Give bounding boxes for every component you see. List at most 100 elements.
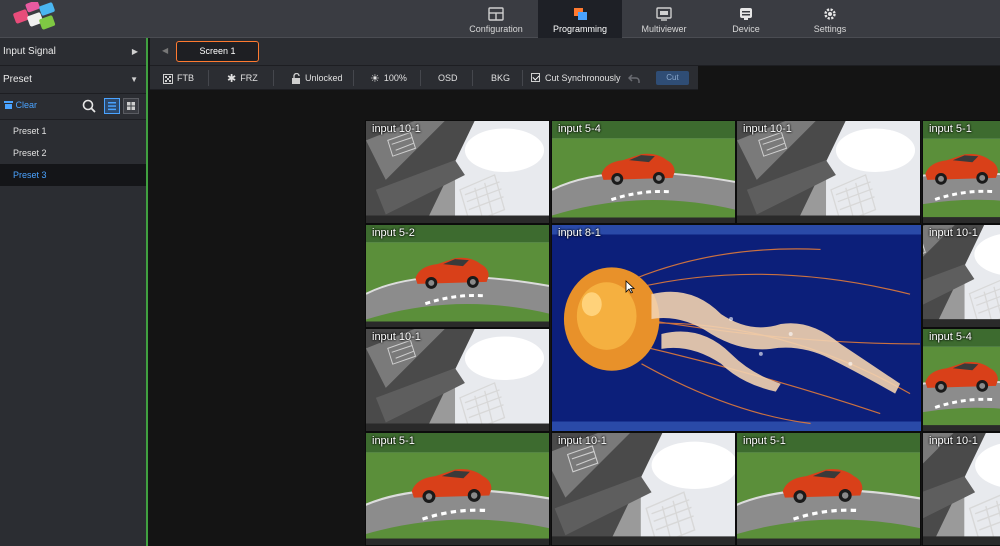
programming-toolbar: FTB ✱ FRZ Unlocked ☀ 100% OSD BKG Cut Sync… (150, 66, 698, 90)
chevron-down-icon: ▼ (130, 75, 138, 84)
bkg-button[interactable]: BKG (491, 66, 510, 90)
clear-button[interactable]: Clear (4, 100, 37, 110)
preset-item-1[interactable]: Preset 1 (0, 120, 146, 142)
preset-toolbar: Clear (0, 94, 146, 120)
chevron-right-icon: ▶ (131, 47, 138, 56)
toolbar-divider (208, 70, 209, 86)
nav-tab-label: Multiviewer (641, 24, 687, 34)
video-thumbnail (552, 225, 921, 431)
screen-tab[interactable]: Screen 1 (176, 41, 259, 62)
toolbar-divider (273, 70, 274, 86)
mouse-cursor-icon (625, 280, 635, 294)
clear-label: Clear (15, 100, 38, 110)
layer-window[interactable]: input 10-1 (922, 432, 1000, 546)
layer-window[interactable]: input 5-2 (365, 224, 550, 328)
layer-window[interactable]: input 10-1 (365, 328, 550, 432)
screen-tab-bar: ◀ Screen 1 (150, 38, 1000, 66)
toolbar-divider (353, 70, 354, 86)
layer-window-label: input 8-1 (558, 227, 601, 239)
undo-button[interactable] (628, 66, 644, 90)
video-thumbnail (366, 433, 549, 545)
nav-tab-programming[interactable]: Programming (538, 0, 622, 38)
grid-view-button[interactable] (123, 98, 139, 114)
video-thumbnail (737, 433, 920, 545)
input-signal-header[interactable]: Input Signal ▶ (0, 38, 146, 66)
layer-window-label: input 5-2 (372, 227, 415, 239)
app-logo (13, 2, 56, 30)
layer-window[interactable]: input 10-1 (551, 432, 736, 546)
preset-header[interactable]: Preset ▼ (0, 66, 146, 94)
layer-window[interactable]: input 8-1 (551, 224, 922, 432)
list-view-button[interactable] (104, 98, 120, 114)
layer-window[interactable]: input 10-1 (365, 120, 550, 224)
snowflake-icon: ✱ (227, 72, 237, 85)
toolbar-divider (472, 70, 473, 86)
nav-tab-label: Device (732, 24, 760, 34)
screen-canvas: input 10-1 input 5-4 input 10-1 input 5-… (150, 90, 1000, 546)
cut-button[interactable]: Cut (656, 71, 689, 85)
gear-icon (824, 8, 836, 20)
input-signal-label: Input Signal (3, 46, 56, 57)
layer-window-label: input 10-1 (929, 227, 978, 239)
osd-button[interactable]: OSD (438, 66, 458, 90)
ftb-button[interactable]: FTB (163, 66, 194, 90)
video-thumbnail (923, 121, 1000, 223)
video-thumbnail (366, 329, 549, 431)
nav-tab-label: Configuration (469, 24, 523, 34)
brightness-button[interactable]: ☀ 100% (370, 66, 407, 90)
layer-window-label: input 10-1 (372, 123, 421, 135)
toolbar-divider (522, 70, 523, 86)
layer-window[interactable]: input 5-1 (736, 432, 921, 546)
preset-item-2[interactable]: Preset 2 (0, 142, 146, 164)
layer-window-label: input 5-1 (743, 435, 786, 447)
top-nav-bar: Configuration Programming Multiviewer De… (0, 0, 1000, 38)
cut-sync-label: Cut Synchronously (545, 73, 621, 83)
layer-window-label: input 10-1 (743, 123, 792, 135)
video-thumbnail (552, 433, 735, 545)
cut-sync-checkbox[interactable]: Cut Synchronously (531, 66, 621, 90)
layer-window[interactable]: input 10-1 (736, 120, 921, 224)
lock-button[interactable]: Unlocked (291, 66, 343, 90)
multiviewer-icon (656, 7, 672, 21)
checkbox-checked-icon (531, 73, 540, 83)
programming-icon (574, 8, 587, 20)
nav-tab-multiviewer[interactable]: Multiviewer (622, 0, 706, 38)
layer-window-label: input 5-4 (558, 123, 601, 135)
osd-label: OSD (438, 73, 458, 83)
layer-window-label: input 5-1 (929, 123, 972, 135)
frz-button[interactable]: ✱ FRZ (227, 66, 258, 90)
video-thumbnail (923, 225, 1000, 327)
nav-tab-label: Programming (552, 24, 608, 34)
layer-window-label: input 5-1 (372, 435, 415, 447)
layer-window-label: input 5-4 (929, 331, 972, 343)
preset-label: Preset (3, 74, 32, 85)
device-icon (740, 8, 752, 20)
video-thumbnail (552, 121, 735, 223)
layer-window[interactable]: input 10-1 (922, 224, 1000, 328)
clear-icon (4, 101, 13, 109)
nav-tab-device[interactable]: Device (704, 0, 788, 38)
chevron-left-icon[interactable]: ◀ (162, 46, 168, 55)
undo-icon (628, 74, 640, 83)
brightness-icon: ☀ (370, 72, 380, 85)
layer-window-label: input 10-1 (372, 331, 421, 343)
grid-view-icon (127, 102, 135, 110)
video-thumbnail (923, 433, 1000, 545)
layer-window[interactable]: input 5-4 (922, 328, 1000, 432)
lock-label: Unlocked (305, 73, 343, 83)
preset-item-3[interactable]: Preset 3 (0, 164, 146, 186)
layer-window-label: input 10-1 (929, 435, 978, 447)
layer-window[interactable]: input 5-1 (922, 120, 1000, 224)
layer-window-label: input 10-1 (558, 435, 607, 447)
frz-label: FRZ (240, 73, 258, 83)
app-root: { "nav": { "tabs": [ {"label": "Configur… (0, 0, 1000, 546)
search-icon[interactable] (82, 99, 96, 113)
nav-tab-settings[interactable]: Settings (788, 0, 872, 38)
layer-window[interactable]: input 5-1 (365, 432, 550, 546)
list-view-icon (108, 102, 116, 111)
layer-window[interactable]: input 5-4 (551, 120, 736, 224)
nav-tab-configuration[interactable]: Configuration (454, 0, 538, 38)
bkg-label: BKG (491, 73, 511, 83)
brightness-label: 100% (383, 73, 407, 83)
ftb-icon (163, 73, 173, 84)
